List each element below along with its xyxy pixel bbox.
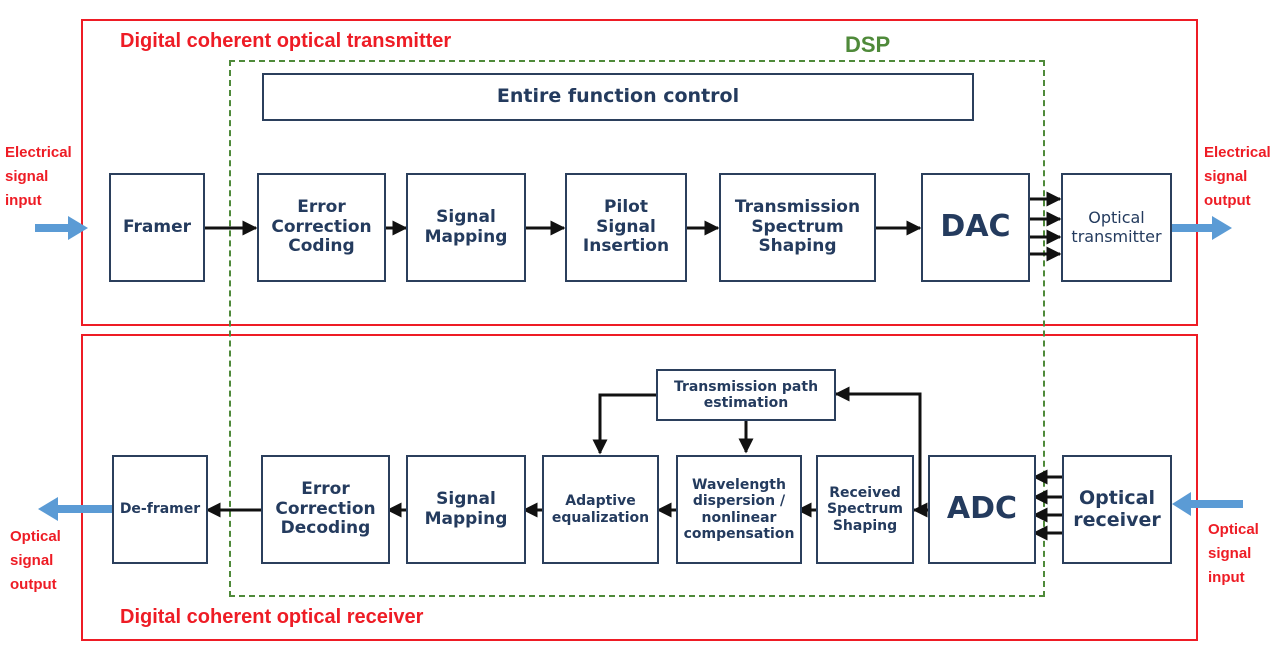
de-framer-block: De-framer [112,455,208,564]
wavelength-dispersion-compensation-block: Wavelength dispersion / nonlinear compen… [676,455,802,564]
transmission-path-estimation-block: Transmission path estimation [656,369,836,421]
framer-block: Framer [109,173,205,282]
arrow-estimation-equalization [592,393,657,455]
signal-mapping-tx-block: Signal Mapping [406,173,526,282]
signal-arrow-tx-out [1170,216,1232,240]
transmission-spectrum-shaping-block: Transmission Spectrum Shaping [719,173,876,282]
error-correction-coding-block: Error Correction Coding [257,173,386,282]
error-correction-decoding-block: Error Correction Decoding [261,455,390,564]
signal-arrow-tx-in [35,216,88,240]
dac-block: DAC [921,173,1030,282]
signal-arrow-rx-in [1172,492,1243,516]
optical-transmitter-block: Optical transmitter [1061,173,1172,282]
optical-receiver-block: Optical receiver [1062,455,1172,564]
entire-function-control-block: Entire function control [262,73,974,121]
signal-mapping-rx-block: Signal Mapping [406,455,526,564]
adaptive-equalization-block: Adaptive equalization [542,455,659,564]
adc-block: ADC [928,455,1036,564]
received-spectrum-shaping-block: Received Spectrum Shaping [816,455,914,564]
pilot-signal-insertion-block: Pilot Signal Insertion [565,173,687,282]
signal-arrow-rx-out [38,497,113,521]
